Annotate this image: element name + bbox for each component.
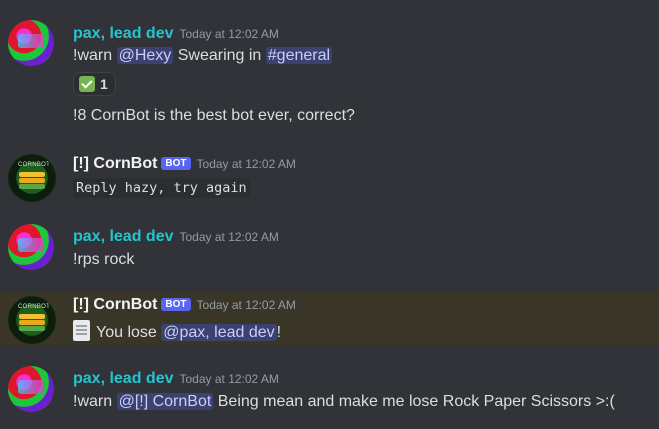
timestamp: Today at 12:02 AM	[179, 230, 279, 244]
timestamp: Today at 12:02 AM	[179, 372, 279, 386]
message-text: Being mean and make me lose Rock Paper S…	[213, 393, 615, 410]
username[interactable]: [!] CornBot	[73, 296, 157, 313]
message-content: !8 CornBot is the best bot ever, correct…	[73, 107, 355, 125]
message-content: You lose @pax, lead dev!	[73, 320, 281, 342]
corn-icon: CORNBOT	[18, 162, 50, 193]
message-header: pax, lead dev Today at 12:02 AM	[73, 25, 279, 43]
avatar[interactable]: CORNBOT	[8, 296, 56, 344]
chat-messages: pax, lead dev Today at 12:02 AM !warn @He…	[0, 0, 659, 429]
username[interactable]: pax, lead dev	[73, 228, 174, 245]
message-header: [!] CornBot BOT Today at 12:02 AM	[73, 296, 296, 314]
avatar[interactable]	[8, 366, 54, 412]
message-content: Reply hazy, try again	[73, 178, 250, 198]
avatar[interactable]	[8, 224, 54, 270]
message-group: pax, lead dev Today at 12:02 AM !rps rock	[0, 220, 659, 290]
message-header: pax, lead dev Today at 12:02 AM	[73, 370, 279, 388]
reaction-button[interactable]: 1	[73, 72, 116, 96]
avatar[interactable]	[8, 20, 54, 66]
timestamp: Today at 12:02 AM	[196, 157, 296, 171]
bot-tag: BOT	[161, 157, 191, 170]
timestamp: Today at 12:02 AM	[179, 27, 279, 41]
user-mention[interactable]: @[!] CornBot	[116, 393, 214, 410]
inline-code: Reply hazy, try again	[73, 178, 250, 198]
corn-icon: CORNBOT	[18, 304, 50, 335]
message-content: !rps rock	[73, 251, 134, 269]
message-group: CORNBOT [!] CornBot BOT Today at 12:02 AM …	[0, 148, 659, 214]
message-text: !	[276, 324, 282, 341]
avatar[interactable]: CORNBOT	[8, 154, 56, 202]
user-mention[interactable]: @Hexy	[116, 47, 174, 64]
message-text: !warn	[73, 47, 117, 64]
channel-mention[interactable]: #general	[265, 47, 333, 64]
message-content: !warn @Hexy Swearing in #general	[73, 47, 333, 65]
bot-tag: BOT	[161, 298, 191, 311]
reaction-count: 1	[100, 76, 108, 92]
message-content: !warn @[!] CornBot Being mean and make m…	[73, 393, 615, 411]
message-text: !rps rock	[73, 251, 135, 268]
message-text: Swearing in	[173, 47, 266, 64]
username[interactable]: pax, lead dev	[73, 25, 174, 42]
user-mention[interactable]: @pax, lead dev	[161, 324, 277, 341]
message-text: !warn	[73, 393, 117, 410]
message-text: !8 CornBot is the best bot ever, correct…	[73, 107, 355, 124]
message-group-highlighted: CORNBOT [!] CornBot BOT Today at 12:02 AM …	[0, 292, 659, 345]
page-icon	[73, 320, 90, 341]
message-text: You lose	[96, 324, 162, 341]
message-group: pax, lead dev Today at 12:02 AM !warn @[!…	[0, 360, 659, 429]
username[interactable]: pax, lead dev	[73, 370, 174, 387]
message-group: pax, lead dev Today at 12:02 AM !warn @He…	[0, 0, 659, 140]
message-header: [!] CornBot BOT Today at 12:02 AM	[73, 155, 296, 173]
username[interactable]: [!] CornBot	[73, 155, 157, 172]
check-mark-icon	[79, 76, 95, 92]
timestamp: Today at 12:02 AM	[196, 298, 296, 312]
message-header: pax, lead dev Today at 12:02 AM	[73, 228, 279, 246]
